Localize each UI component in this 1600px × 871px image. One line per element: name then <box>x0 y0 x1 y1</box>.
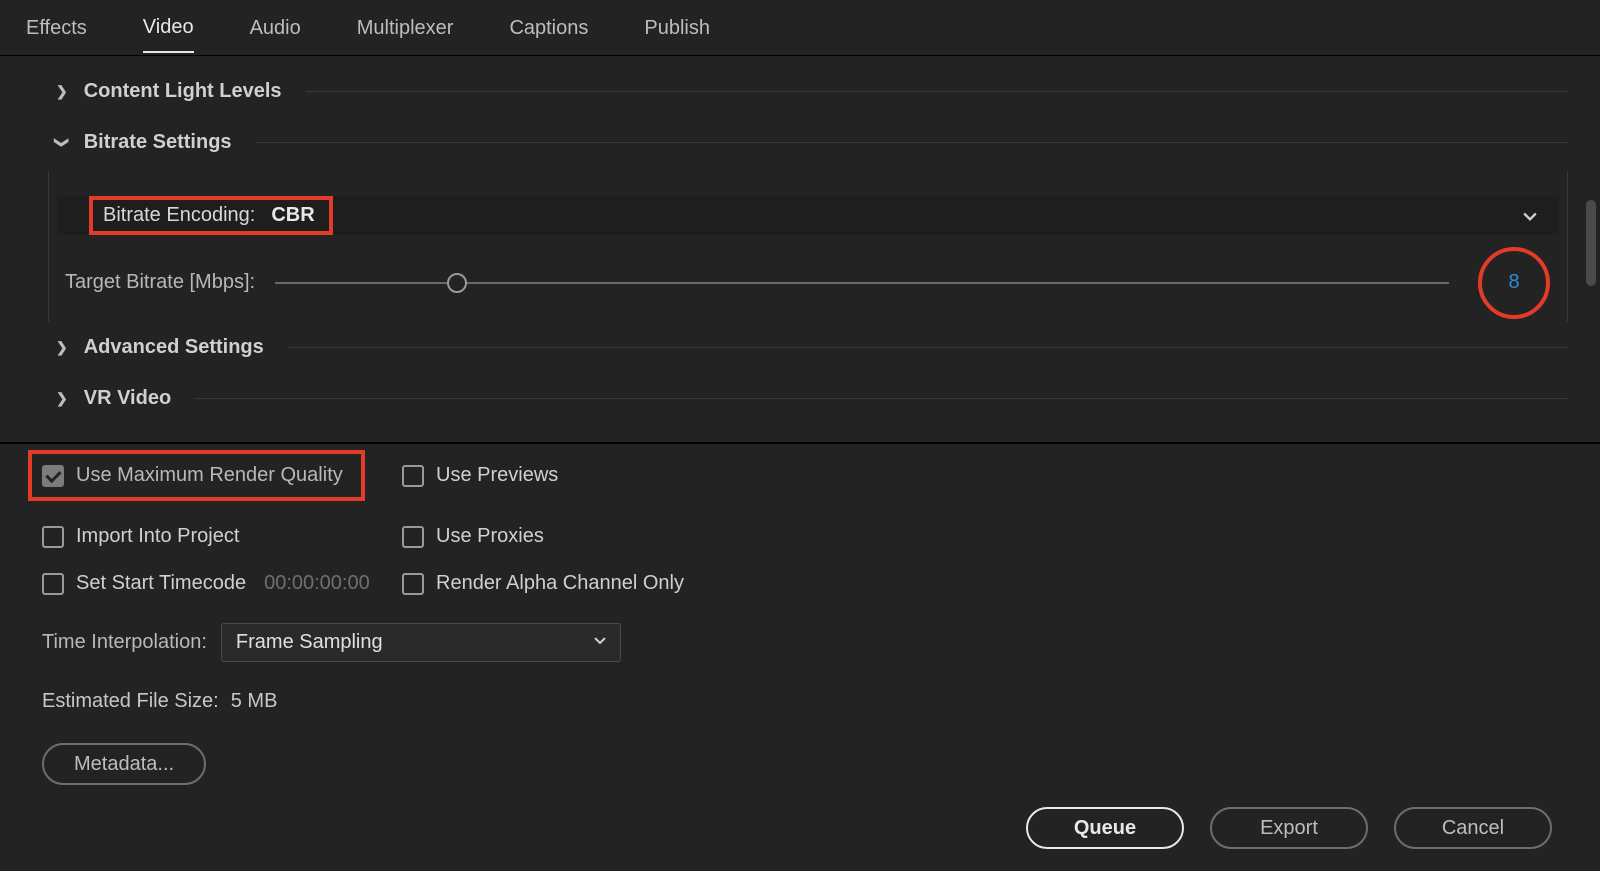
tab-effects[interactable]: Effects <box>26 17 87 52</box>
time-interpolation-value: Frame Sampling <box>236 631 383 654</box>
checkbox-render-alpha-only[interactable] <box>402 573 424 595</box>
target-bitrate-row: Target Bitrate [Mbps]: 8 <box>57 271 1559 294</box>
divider <box>195 398 1568 399</box>
slider-thumb[interactable] <box>447 273 467 293</box>
chevron-right-icon: ❯ <box>56 83 68 100</box>
export-button[interactable]: Export <box>1210 807 1368 849</box>
divider <box>256 142 1568 143</box>
time-interpolation-row: Time Interpolation: Frame Sampling <box>42 623 1558 662</box>
option-label: Render Alpha Channel Only <box>436 572 684 595</box>
option-use-previews[interactable]: Use Previews <box>402 464 882 487</box>
queue-button[interactable]: Queue <box>1026 807 1184 849</box>
option-label: Set Start Timecode <box>76 572 246 595</box>
tab-multiplexer[interactable]: Multiplexer <box>357 17 454 52</box>
section-vr-video[interactable]: ❯ VR Video <box>0 373 1600 424</box>
option-label: Use Previews <box>436 464 558 487</box>
bitrate-encoding-label: Bitrate Encoding: <box>103 204 255 227</box>
estimated-file-size-row: Estimated File Size: 5 MB <box>42 690 1558 713</box>
option-render-alpha-only[interactable]: Render Alpha Channel Only <box>402 572 882 595</box>
option-set-start-timecode[interactable]: Set Start Timecode 00:00:00:00 <box>42 572 402 595</box>
section-advanced-settings[interactable]: ❯ Advanced Settings <box>0 322 1600 373</box>
chevron-down-icon <box>594 635 606 650</box>
chevron-right-icon: ❯ <box>56 390 68 407</box>
tab-audio[interactable]: Audio <box>250 17 301 52</box>
chevron-down-icon <box>1523 207 1541 225</box>
tab-captions[interactable]: Captions <box>509 17 588 52</box>
target-bitrate-slider[interactable] <box>275 273 1449 293</box>
scrollbar-thumb[interactable] <box>1586 200 1596 286</box>
option-import-into-project[interactable]: Import Into Project <box>42 525 402 548</box>
section-label: VR Video <box>84 387 171 410</box>
checkbox-import-into-project[interactable] <box>42 526 64 548</box>
annotation-encoding-highlight: Bitrate Encoding: CBR <box>89 196 333 235</box>
section-label: Advanced Settings <box>84 336 264 359</box>
option-label: Import Into Project <box>76 525 239 548</box>
option-label: Use Maximum Render Quality <box>76 464 343 487</box>
section-label: Content Light Levels <box>84 80 282 103</box>
section-content-light-levels[interactable]: ❯ Content Light Levels <box>0 66 1600 117</box>
target-bitrate-value[interactable]: 8 <box>1508 271 1519 294</box>
metadata-button[interactable]: Metadata... <box>42 743 206 785</box>
chevron-down-icon: ❯ <box>53 137 70 149</box>
target-bitrate-value-wrap: 8 <box>1469 271 1559 294</box>
bitrate-panel: Bitrate Encoding: CBR Target Bitrate [Mb… <box>48 172 1568 322</box>
export-options-panel: Use Maximum Render Quality Use Previews … <box>0 444 1600 785</box>
option-use-proxies[interactable]: Use Proxies <box>402 525 882 548</box>
checkbox-use-proxies[interactable] <box>402 526 424 548</box>
section-label: Bitrate Settings <box>84 131 232 154</box>
divider <box>306 91 1568 92</box>
export-tabs: Effects Video Audio Multiplexer Captions… <box>0 0 1600 56</box>
bitrate-encoding-value: CBR <box>271 204 314 227</box>
section-bitrate-settings[interactable]: ❯ Bitrate Settings <box>0 117 1600 168</box>
time-interpolation-label: Time Interpolation: <box>42 631 207 654</box>
tab-video[interactable]: Video <box>143 16 194 53</box>
estimated-file-size-value: 5 MB <box>231 690 278 713</box>
video-sections: ❯ Content Light Levels ❯ Bitrate Setting… <box>0 56 1600 424</box>
estimated-file-size-label: Estimated File Size: <box>42 690 219 713</box>
bitrate-encoding-dropdown[interactable]: Bitrate Encoding: CBR <box>57 196 1559 235</box>
target-bitrate-label: Target Bitrate [Mbps]: <box>65 271 255 294</box>
checkbox-use-previews[interactable] <box>402 465 424 487</box>
annotation-render-quality-highlight: Use Maximum Render Quality <box>28 450 365 501</box>
option-label: Use Proxies <box>436 525 544 548</box>
cancel-button[interactable]: Cancel <box>1394 807 1552 849</box>
checkbox-set-start-timecode[interactable] <box>42 573 64 595</box>
checkbox-use-max-render-quality[interactable] <box>42 465 64 487</box>
chevron-right-icon: ❯ <box>56 339 68 356</box>
export-actions: Queue Export Cancel <box>1026 807 1552 849</box>
time-interpolation-select[interactable]: Frame Sampling <box>221 623 621 662</box>
divider <box>288 347 1568 348</box>
tab-publish[interactable]: Publish <box>644 17 710 52</box>
option-use-max-render-quality[interactable]: Use Maximum Render Quality <box>42 450 402 501</box>
start-timecode-value[interactable]: 00:00:00:00 <box>264 572 370 595</box>
